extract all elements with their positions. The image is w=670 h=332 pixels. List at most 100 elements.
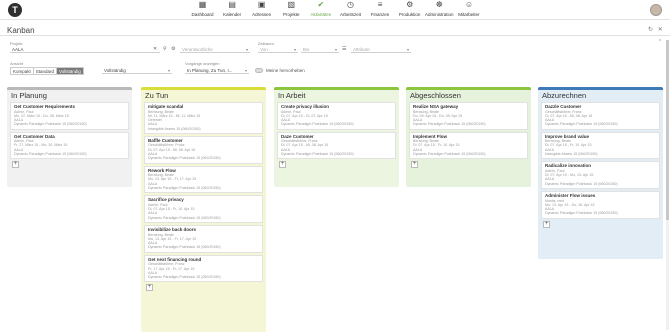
nav-item-projekte[interactable]: ▧ Projekte <box>277 0 306 18</box>
column-title: Abzurechnen <box>542 91 587 100</box>
header-divider <box>0 35 670 36</box>
refresh-icon[interactable]: ↻ <box>648 27 653 33</box>
task-detail: Dynamic Paradigm Pushback 15 (060/20150) <box>14 122 87 127</box>
app-logo[interactable]: T <box>8 3 22 17</box>
main-nav: ▦ Dashboard ▤ Kalender ▣ Adressen ▧ Projekte ✔ Ak… <box>188 0 484 18</box>
nav-label: Adressen <box>252 12 272 17</box>
chevron-down-icon: ▾ <box>167 68 170 73</box>
task-card[interactable]: Get next financing round Geschäftsführer,… <box>144 254 263 283</box>
highlight-label: Meine hervorheben <box>266 68 305 73</box>
nav-item-mitarbeiter[interactable]: ☺ Mitarbeiter <box>454 0 483 18</box>
window-controls: ↻ ✕ <box>648 26 663 33</box>
task-detail: Dynamic Paradigm Pushback 15 (060/20150) <box>545 211 618 216</box>
nav-label: Produktion <box>398 12 421 17</box>
ansicht-label: Ansicht <box>10 61 24 66</box>
task-detail: Dynamic Paradigm Pushback 15 (060/20150) <box>545 122 618 127</box>
nav-icon: ▦ <box>198 0 207 9</box>
bis-placeholder: Bis <box>303 47 310 52</box>
nav-label: Finanzen <box>370 12 390 17</box>
status-value: In Planung, Zu Tun, I... <box>187 68 233 73</box>
nav-label: Arbeitszeit <box>339 12 361 17</box>
chevron-down-icon: ▾ <box>406 47 409 52</box>
task-card[interactable]: Rework Flow Beratung, Beate Mo, 13. Apr 15… <box>144 165 263 194</box>
task-card[interactable]: mitigate scandal Beratung, Beate Mi, 11. M… <box>144 102 263 134</box>
attribute-select[interactable]: Attribute ▾ <box>351 46 411 53</box>
page-scrollbar[interactable] <box>666 40 669 330</box>
ansicht-option[interactable]: Standard <box>32 67 57 75</box>
scrollbar-thumb[interactable] <box>666 40 669 220</box>
task-card[interactable]: Improve brand value Beratung, Beate Di, 07… <box>541 131 660 160</box>
verantwortliche-select[interactable]: Verantwortliche ▾ <box>180 46 250 53</box>
task-detail: Dynamic Paradigm Pushback 15 (060/20150) <box>148 245 221 250</box>
task-card[interactable]: Sacrifice privacy Admin, Paul Di, 07. Apr … <box>144 195 263 224</box>
task-detail: Dynamic Paradigm Pushback 15 (060/20150) <box>281 152 354 157</box>
search-icon[interactable]: ⚲ <box>163 46 167 53</box>
nav-label: Mitarbeiter <box>458 12 480 17</box>
task-card[interactable]: Baffle Customer Geschäftsführer, Franz Di,… <box>144 135 263 164</box>
task-detail: Dynamic Paradigm Pushback 15 (060/20150) <box>413 122 486 127</box>
task-detail: Dynamic Paradigm Pushback 15 (060/20150) <box>148 215 221 220</box>
task-detail: Dynamic Paradigm Pushback 15 (060/20150) <box>148 156 221 161</box>
task-card[interactable]: Invisibilize back doors Beratung, Beate Mo… <box>144 225 263 253</box>
nav-item-dashboard[interactable]: ▦ Dashboard <box>188 0 217 18</box>
nav-item-adressen[interactable]: ▣ Adressen <box>247 1 276 18</box>
highlight-toggle[interactable] <box>255 68 263 73</box>
nav-item-arbeitszeit[interactable]: ◷ Arbeitszeit <box>336 1 365 18</box>
nav-icon: ▧ <box>287 0 296 9</box>
nav-label: Projekte <box>283 12 300 17</box>
status-select[interactable]: In Planung, Zu Tun, I... ▾ <box>185 67 249 74</box>
nav-label: Kalender <box>223 12 242 17</box>
bis-field[interactable]: Bis ▾ <box>301 46 339 53</box>
chevron-down-icon: ▾ <box>245 47 248 52</box>
task-card[interactable]: Get Customer Data Admin, Paul Fr, 27. März… <box>10 131 129 160</box>
task-card[interactable]: Create privacy illusion Admin, Paul Di, 07… <box>277 102 396 130</box>
column-abzurechnen: Abzurechnen Dazzle Customer Geschäftsführe… <box>538 87 663 259</box>
chevron-down-icon: ▾ <box>244 68 247 73</box>
von-field[interactable]: Von ▾ <box>258 46 298 53</box>
task-card[interactable]: Get Customer Requirements Admin, Paul Mo, … <box>10 102 129 130</box>
task-card[interactable]: Administer Flow issues Mustis, mmi Mo, 13.… <box>541 191 660 219</box>
detail-value: Vollständig <box>104 68 126 73</box>
collapse-filter-icon[interactable]: ⌃ <box>658 39 662 46</box>
nav-item-administration[interactable]: ☸ Administration <box>424 1 454 18</box>
close-icon[interactable]: ✕ <box>658 27 663 33</box>
column-title: In Planung <box>11 91 47 100</box>
nav-icon: ≡ <box>377 0 383 9</box>
nav-item-aktivit-ten[interactable]: ✔ Aktivitäten <box>306 1 335 18</box>
settings-icon[interactable]: ⚙ <box>171 46 175 53</box>
nav-icon: ⚙ <box>406 0 414 9</box>
nav-item-kalender[interactable]: ▤ Kalender <box>218 0 247 18</box>
ansicht-option[interactable]: Vollständig <box>56 67 84 75</box>
column-in-planung: In Planung Get Customer Requirements Admin… <box>7 87 132 187</box>
task-detail: Dynamic Paradigm Pushback 15 (060/20150) <box>545 181 618 186</box>
detail-select[interactable]: Vollständig ▾ <box>102 67 172 74</box>
task-detail: Intangible Assets 15 (060/20150) <box>545 152 598 157</box>
menu-icon[interactable]: ☰ <box>342 46 346 53</box>
nav-icon: ▤ <box>228 0 236 9</box>
nav-label: Administration <box>424 12 454 17</box>
nav-item-finanzen[interactable]: ≡ Finanzen <box>366 0 395 18</box>
task-card[interactable]: Dazzle Customer Geschäftsführer, Franz Di,… <box>541 102 660 130</box>
chevron-down-icon: ▾ <box>334 47 337 52</box>
ansicht-option[interactable]: Kompakt <box>10 67 33 75</box>
projekt-field[interactable]: AALA <box>10 46 160 53</box>
top-navigation-bar: T ▦ Dashboard ▤ Kalender ▣ Adressen ▧ Projekte ✔… <box>0 0 670 20</box>
add-card-button[interactable]: + <box>279 161 286 169</box>
task-card[interactable]: Radicalize innovation Admin, Paul Di, 07. … <box>541 161 660 190</box>
add-card-button[interactable]: + <box>12 161 19 169</box>
task-card[interactable]: Daze Customer Geschäftsführer, Franz Di, 0… <box>277 131 396 160</box>
nav-icon: ☺ <box>464 0 474 9</box>
von-placeholder: Von <box>260 47 268 52</box>
task-detail: Dynamic Paradigm Pushback 15 (060/20150) <box>413 152 486 157</box>
clear-icon[interactable]: ✕ <box>153 46 157 53</box>
add-card-button[interactable]: + <box>543 220 550 228</box>
chevron-down-icon: ▾ <box>293 47 296 52</box>
task-card[interactable]: Implement Flow Beratung, Beate Di, 07. Apr… <box>409 131 528 160</box>
column-title: Zu Tun <box>145 91 169 100</box>
page-title: Kanban <box>7 26 35 35</box>
user-avatar[interactable] <box>650 4 662 16</box>
add-card-button[interactable]: + <box>411 161 418 169</box>
nav-item-produktion[interactable]: ⚙ Produktion <box>395 0 424 18</box>
task-card[interactable]: Realize NSA gateway Beratung, Beate Do, 09… <box>409 102 528 130</box>
add-card-button[interactable]: + <box>146 284 153 292</box>
